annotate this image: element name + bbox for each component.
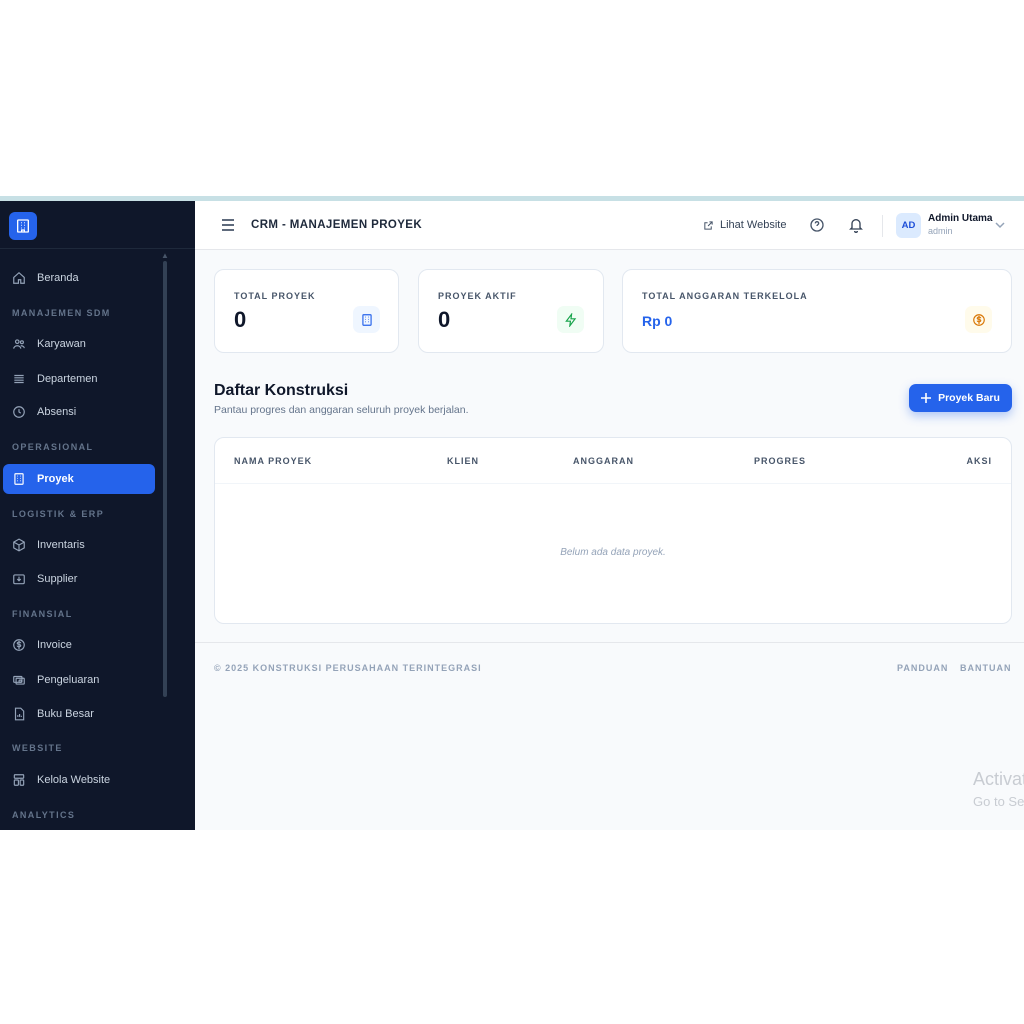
users-icon	[13, 339, 25, 349]
help-icon[interactable]	[809, 217, 825, 233]
section-title: Daftar Konstruksi	[214, 382, 349, 399]
header-divider	[882, 215, 883, 237]
stat-value: 0	[438, 307, 451, 332]
sidebar-item-label: Beranda	[37, 272, 79, 284]
sidebar-item-inventaris[interactable]: Inventaris	[3, 530, 155, 560]
column-header-anggaran[interactable]: ANGGARAN	[573, 456, 634, 466]
dollar-circle-icon	[13, 639, 25, 651]
stat-label: PROYEK AKTIF	[438, 291, 517, 301]
footer-link-bantuan[interactable]: BANTUAN	[960, 663, 1012, 673]
sidebar-brand	[0, 201, 195, 249]
money-icon	[13, 675, 25, 685]
section-website: WEBSITE	[12, 743, 63, 753]
column-header-klien[interactable]: KLIEN	[447, 456, 479, 466]
visit-website-link[interactable]: Lihat Website	[703, 219, 786, 231]
sidebar-item-invoice[interactable]: Invoice	[3, 630, 155, 660]
building-logo-icon[interactable]	[9, 212, 37, 240]
sidebar-item-buku-besar[interactable]: Buku Besar	[3, 699, 155, 729]
sidebar-item-karyawan[interactable]: Karyawan	[3, 329, 155, 359]
stat-label: TOTAL PROYEK	[234, 291, 316, 301]
activation-watermark-subtitle: Go to Se	[973, 794, 1024, 809]
stat-value: 0	[234, 307, 247, 332]
sidebar-item-label: Supplier	[37, 573, 78, 585]
add-project-label: Proyek Baru	[938, 392, 1000, 404]
section-subtitle: Pantau progres dan anggaran seluruh proy…	[214, 404, 469, 416]
layout-icon	[13, 774, 25, 786]
top-header: CRM - MANAJEMEN PROYEK Lihat Website AD …	[195, 201, 1024, 250]
inbox-icon	[13, 574, 25, 585]
add-project-button[interactable]: Proyek Baru	[909, 384, 1012, 412]
list-icon	[14, 374, 24, 384]
section-logistik-erp: LOGISTIK & ERP	[12, 509, 105, 519]
bell-icon[interactable]	[848, 216, 864, 234]
building-icon	[353, 306, 380, 333]
sidebar-item-label: Invoice	[37, 639, 72, 651]
user-role: admin	[928, 226, 953, 236]
footer-link-panduan[interactable]: PANDUAN	[897, 663, 948, 673]
home-icon	[13, 271, 25, 284]
file-chart-icon	[14, 707, 25, 721]
sidebar: ▲ Beranda MANAJEMEN SDM Karyawan Departe…	[0, 201, 195, 830]
sidebar-item-label: Inventaris	[37, 539, 85, 551]
building-icon	[14, 473, 24, 485]
sidebar-item-beranda[interactable]: Beranda	[3, 263, 155, 293]
column-header-aksi: AKSI	[966, 456, 992, 466]
projects-table: NAMA PROYEK KLIEN ANGGARAN PROGRES AKSI …	[214, 437, 1012, 624]
menu-icon[interactable]	[221, 219, 235, 231]
column-header-progres[interactable]: PROGRES	[754, 456, 806, 466]
stat-card-total-proyek: TOTAL PROYEK 0	[214, 269, 399, 353]
sidebar-item-label: Proyek	[37, 473, 74, 485]
sidebar-item-label: Departemen	[37, 373, 98, 385]
dollar-circle-icon	[965, 306, 992, 333]
scroll-up-icon[interactable]: ▲	[161, 251, 169, 260]
sidebar-item-label: Pengeluaran	[37, 674, 100, 686]
chevron-down-icon[interactable]	[995, 221, 1005, 229]
stat-label: TOTAL ANGGARAN TERKELOLA	[642, 291, 808, 301]
sidebar-item-departemen[interactable]: Departemen	[3, 364, 155, 394]
visit-website-label: Lihat Website	[720, 219, 787, 231]
section-analytics: ANALYTICS	[12, 810, 76, 820]
app-screen: ▲ Beranda MANAJEMEN SDM Karyawan Departe…	[0, 196, 1024, 830]
sidebar-item-label: Karyawan	[37, 338, 86, 350]
activation-watermark-title: Activat	[973, 769, 1024, 789]
section-manajemen-sdm: MANAJEMEN SDM	[12, 308, 111, 318]
lightning-icon	[557, 306, 584, 333]
sidebar-item-proyek[interactable]: Proyek	[3, 464, 155, 494]
sidebar-item-supplier[interactable]: Supplier	[3, 564, 155, 594]
table-header: NAMA PROYEK KLIEN ANGGARAN PROGRES AKSI	[215, 438, 1011, 484]
sidebar-item-pengeluaran[interactable]: Pengeluaran	[3, 665, 155, 695]
sidebar-item-kelola-website[interactable]: Kelola Website	[3, 765, 155, 795]
box-icon	[13, 538, 25, 552]
external-link-icon	[704, 220, 713, 230]
sidebar-item-absensi[interactable]: Absensi	[3, 397, 155, 427]
empty-state-message: Belum ada data proyek.	[560, 547, 666, 558]
sidebar-scrollbar[interactable]	[163, 261, 167, 697]
column-header-nama-proyek[interactable]: NAMA PROYEK	[234, 456, 312, 466]
plus-icon	[921, 393, 932, 403]
footer-divider	[195, 642, 1024, 643]
stat-card-proyek-aktif: PROYEK AKTIF 0	[418, 269, 604, 353]
clock-icon	[13, 406, 25, 418]
page-title: CRM - MANAJEMEN PROYEK	[251, 219, 423, 231]
user-name[interactable]: Admin Utama	[928, 213, 992, 224]
stat-card-total-anggaran: TOTAL ANGGARAN TERKELOLA Rp 0	[622, 269, 1012, 353]
sidebar-item-label: Kelola Website	[37, 774, 111, 786]
section-operasional: OPERASIONAL	[12, 442, 94, 452]
main-content: CRM - MANAJEMEN PROYEK Lihat Website AD …	[195, 201, 1024, 830]
section-finansial: FINANSIAL	[12, 609, 73, 619]
footer-copyright: © 2025 KONSTRUKSI PERUSAHAAN TERINTEGRAS…	[214, 663, 482, 673]
avatar[interactable]: AD	[896, 213, 921, 238]
sidebar-item-label: Buku Besar	[37, 708, 94, 720]
sidebar-item-label: Absensi	[37, 406, 77, 418]
stat-value: Rp 0	[642, 313, 673, 329]
